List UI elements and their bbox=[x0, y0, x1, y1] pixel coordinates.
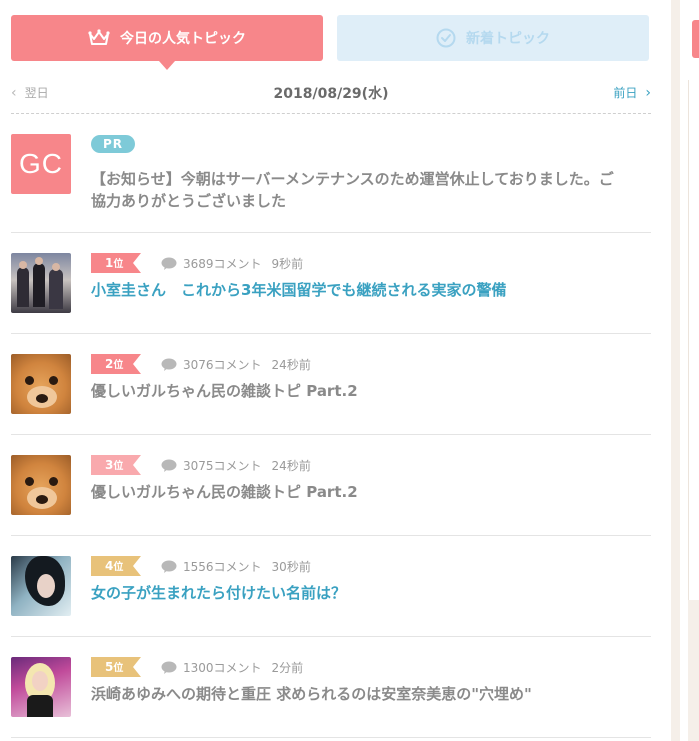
date-navigation: ‹ 翌日 2018/08/29(水) 前日 › bbox=[11, 78, 651, 114]
gc-logo: GC bbox=[11, 134, 71, 194]
topic-thumbnail bbox=[11, 455, 71, 515]
chevron-right-icon: › bbox=[645, 84, 651, 101]
pr-badge: PR bbox=[91, 135, 136, 153]
comment-bubble-icon bbox=[161, 560, 177, 573]
topic-meta: 3位 3075コメント 24秒前 bbox=[91, 455, 311, 475]
topic-thumbnail bbox=[11, 657, 71, 717]
singer-photo bbox=[11, 657, 71, 717]
topic-title[interactable]: 小室圭さん これから3年米国留学でも継続される実家の警備 bbox=[91, 279, 621, 301]
main-column: 今日の人気トピック 新着トピック ‹ 翌日 2018/08/29(水) 前日 ›… bbox=[0, 0, 671, 741]
comment-count: 3076コメント bbox=[183, 357, 262, 372]
topic-item[interactable]: 2位 3076コメント 24秒前 優しいガルちゃん民の雑談トピ Part.2 bbox=[11, 334, 651, 435]
sidebar-gap bbox=[688, 600, 699, 741]
comment-info: 3076コメント 24秒前 bbox=[161, 356, 311, 373]
comment-info: 3075コメント 24秒前 bbox=[161, 457, 311, 474]
topic-tabs: 今日の人気トピック 新着トピック bbox=[11, 15, 651, 71]
page: 今日の人気トピック 新着トピック ‹ 翌日 2018/08/29(水) 前日 ›… bbox=[0, 0, 699, 741]
topic-meta: 4位 1556コメント 30秒前 bbox=[91, 556, 311, 576]
topic-item[interactable]: 4位 1556コメント 30秒前 女の子が生まれたら付けたい名前は？ bbox=[11, 536, 651, 637]
sidebar-tab-strip[interactable] bbox=[692, 20, 699, 58]
comment-bubble-icon bbox=[161, 661, 177, 674]
comment-info: 1556コメント 30秒前 bbox=[161, 558, 311, 575]
current-date: 2018/08/29(水) bbox=[273, 86, 389, 102]
comment-count: 1300コメント bbox=[183, 660, 262, 675]
crowd-photo bbox=[11, 253, 71, 313]
tab-popular-topics[interactable]: 今日の人気トピック bbox=[11, 15, 323, 70]
comment-bubble-icon bbox=[161, 358, 177, 371]
previous-date-link[interactable]: 前日 › bbox=[613, 84, 651, 101]
topic-title[interactable]: 女の子が生まれたら付けたい名前は？ bbox=[91, 582, 621, 604]
dog-photo bbox=[11, 455, 71, 515]
topic-time: 2分前 bbox=[271, 660, 304, 675]
comment-bubble-icon bbox=[161, 257, 177, 270]
topic-meta: 1位 3689コメント 9秒前 bbox=[91, 253, 303, 273]
comment-count: 3075コメント bbox=[183, 458, 262, 473]
comment-count: 1556コメント bbox=[183, 559, 262, 574]
rank-badge: 4位 bbox=[91, 556, 141, 576]
comment-count: 3689コメント bbox=[183, 256, 262, 271]
dog-photo bbox=[11, 354, 71, 414]
clock-icon bbox=[436, 28, 456, 48]
topic-time: 24秒前 bbox=[271, 458, 311, 473]
topic-title[interactable]: 優しいガルちゃん民の雑談トピ Part.2 bbox=[91, 481, 621, 503]
previous-date-label: 前日 bbox=[613, 86, 638, 100]
topic-item[interactable]: 3位 3075コメント 24秒前 優しいガルちゃん民の雑談トピ Part.2 bbox=[11, 435, 651, 536]
rank-badge: 2位 bbox=[91, 354, 141, 374]
comment-info: 3689コメント 9秒前 bbox=[161, 255, 303, 272]
topic-time: 9秒前 bbox=[271, 256, 304, 271]
topic-title[interactable]: 浜崎あゆみへの期待と重圧 求められるのは安室奈美恵の"穴埋め" bbox=[91, 683, 621, 705]
topic-thumbnail bbox=[11, 253, 71, 313]
topic-time: 30秒前 bbox=[271, 559, 311, 574]
tab-new-topics[interactable]: 新着トピック bbox=[337, 15, 649, 61]
topic-meta: 5位 1300コメント 2分前 bbox=[91, 657, 303, 677]
rank-badge: 5位 bbox=[91, 657, 141, 677]
topic-item[interactable]: 1位 3689コメント 9秒前 小室圭さん これから3年米国留学でも継続される実… bbox=[11, 233, 651, 334]
topic-thumbnail bbox=[11, 354, 71, 414]
rank-badge: 3位 bbox=[91, 455, 141, 475]
topic-meta: PR bbox=[91, 134, 136, 154]
girl-photo bbox=[11, 556, 71, 616]
sidebar-column bbox=[680, 0, 699, 741]
tab-popular-label: 今日の人気トピック bbox=[120, 31, 246, 47]
topic-item[interactable]: 5位 1300コメント 2分前 浜崎あゆみへの期待と重圧 求められるのは安室奈美… bbox=[11, 637, 651, 738]
comment-info: 1300コメント 2分前 bbox=[161, 659, 303, 676]
crown-icon bbox=[88, 29, 110, 47]
comment-bubble-icon bbox=[161, 459, 177, 472]
topic-thumbnail: GC bbox=[11, 134, 71, 194]
topic-thumbnail bbox=[11, 556, 71, 616]
topic-title[interactable]: 優しいガルちゃん民の雑談トピ Part.2 bbox=[91, 380, 621, 402]
rank-badge: 1位 bbox=[91, 253, 141, 273]
topic-time: 24秒前 bbox=[271, 357, 311, 372]
topic-title[interactable]: 【お知らせ】今朝はサーバーメンテナンスのため運営休止しておりました。ご協力ありが… bbox=[91, 168, 621, 212]
sidebar-panel bbox=[688, 80, 699, 600]
topic-item-pr[interactable]: GC PR 【お知らせ】今朝はサーバーメンテナンスのため運営休止しておりました。… bbox=[11, 114, 651, 233]
tab-new-label: 新着トピック bbox=[466, 31, 550, 47]
topic-meta: 2位 3076コメント 24秒前 bbox=[91, 354, 311, 374]
topic-list: GC PR 【お知らせ】今朝はサーバーメンテナンスのため運営休止しておりました。… bbox=[11, 114, 651, 738]
